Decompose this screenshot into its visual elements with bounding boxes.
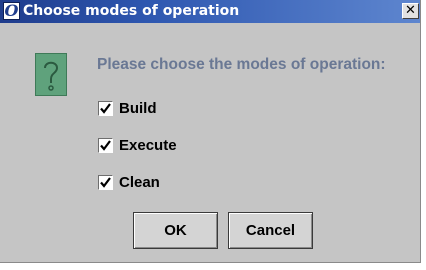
- execute-label: Execute: [119, 137, 177, 154]
- build-checkbox[interactable]: [98, 101, 113, 116]
- clean-label: Clean: [119, 174, 160, 191]
- prompt-text: Please choose the modes of operation:: [97, 56, 386, 73]
- app-logo-icon: O: [3, 1, 20, 20]
- ok-button[interactable]: OK: [133, 212, 218, 249]
- close-button[interactable]: ✕: [402, 3, 419, 19]
- dialog-window: O Choose modes of operation ✕ Please cho…: [0, 0, 421, 263]
- title-bar[interactable]: O Choose modes of operation ✕: [0, 0, 420, 23]
- window-title: Choose modes of operation: [23, 3, 240, 19]
- build-label: Build: [119, 100, 157, 117]
- question-icon: [35, 53, 67, 96]
- execute-checkbox[interactable]: [98, 138, 113, 153]
- checkmark-icon: [100, 140, 111, 151]
- clean-checkbox[interactable]: [98, 175, 113, 190]
- checkmark-icon: [100, 103, 111, 114]
- cancel-button[interactable]: Cancel: [228, 212, 313, 249]
- checkmark-icon: [100, 177, 111, 188]
- close-icon: ✕: [405, 3, 416, 18]
